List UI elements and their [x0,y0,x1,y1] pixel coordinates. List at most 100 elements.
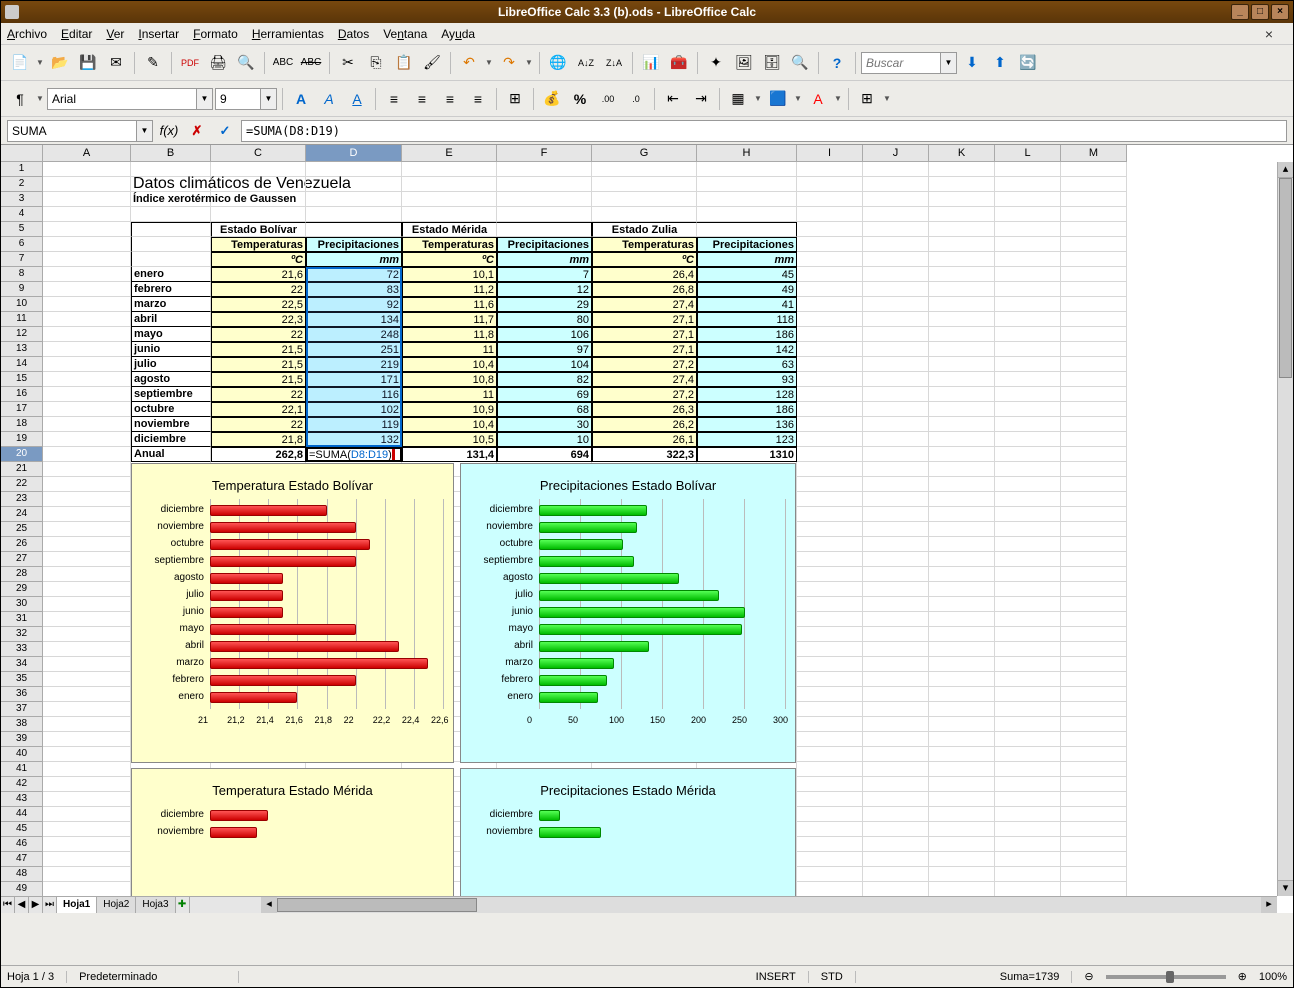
chart-temp-merida[interactable]: Temperatura Estado Méridadiciembrenoviem… [131,768,454,898]
sheet-tab-3[interactable]: Hoja3 [136,897,175,913]
name-box-dropdown[interactable]: ▼ [137,120,153,142]
save-button[interactable]: 💾 [75,50,101,76]
search-input[interactable] [861,52,941,74]
edit-button[interactable]: ✎ [140,50,166,76]
name-box[interactable] [7,120,137,142]
borders-button[interactable]: ▦ [725,86,751,112]
align-right-button[interactable]: ≡ [437,86,463,112]
search-dropdown[interactable]: ▼ [941,52,957,74]
gallery-button[interactable]: 🖼 [731,50,757,76]
chart-precip-bolivar[interactable]: Precipitaciones Estado Bolívar0501001502… [460,463,796,763]
bold-button[interactable]: A [288,86,314,112]
vscroll-thumb[interactable] [1279,178,1292,378]
find-prev-button[interactable]: ⬆ [987,50,1013,76]
borders-dropdown[interactable]: ▼ [753,86,763,112]
status-insert[interactable]: INSERT [756,971,809,983]
zoom-in-button[interactable]: ⊕ [1238,970,1247,983]
font-name-combo[interactable]: ▼ [47,88,213,110]
currency-button[interactable]: 💰 [539,86,565,112]
show-draw-button[interactable]: 🧰 [666,50,692,76]
email-button[interactable]: ✉ [103,50,129,76]
new-dropdown[interactable]: ▼ [35,50,45,76]
tab-prev[interactable]: ◀ [15,897,29,913]
menu-formato[interactable]: Formato [193,27,238,41]
formula-input[interactable] [241,120,1287,142]
add-sheet-button[interactable]: ✚ [176,897,190,913]
font-size-dropdown[interactable]: ▼ [261,88,277,110]
font-size-input[interactable] [215,88,261,110]
grid-dropdown[interactable]: ▼ [882,86,892,112]
fontcolor-button[interactable]: A [805,86,831,112]
menu-ayuda[interactable]: Ayuda [441,27,475,41]
bgcolor-button[interactable]: 🟦 [765,86,791,112]
menu-archivo[interactable]: Archivo [7,27,47,41]
maximize-button[interactable]: □ [1251,4,1269,20]
zoom-level[interactable]: 100% [1259,971,1287,983]
close-window-button[interactable]: × [1271,4,1289,20]
search-combo[interactable]: ▼ [861,52,957,74]
autospell-button[interactable]: ABC [298,50,324,76]
decimal-add-button[interactable]: .00 [595,86,621,112]
font-size-combo[interactable]: ▼ [215,88,277,110]
document-close-button[interactable]: × [1265,26,1273,42]
function-wizard-button[interactable]: f(x) [157,120,181,142]
bgcolor-dropdown[interactable]: ▼ [793,86,803,112]
underline-button[interactable]: A [344,86,370,112]
undo-dropdown[interactable]: ▼ [484,50,494,76]
styles-dropdown[interactable]: ▼ [35,86,45,112]
print-button[interactable]: 🖨 [205,50,231,76]
align-center-button[interactable]: ≡ [409,86,435,112]
font-name-input[interactable] [47,88,197,110]
hyperlink-button[interactable]: 🌐 [545,50,571,76]
percent-button[interactable]: % [567,86,593,112]
menu-herramientas[interactable]: Herramientas [252,27,324,41]
redo-dropdown[interactable]: ▼ [524,50,534,76]
zoom-slider[interactable] [1106,975,1226,979]
hscroll-thumb[interactable] [277,898,477,912]
find-next-button[interactable]: ⬇ [959,50,985,76]
menu-insertar[interactable]: Insertar [138,27,179,41]
tab-next[interactable]: ▶ [29,897,43,913]
find-replace-button[interactable]: 🔄 [1015,50,1041,76]
spreadsheet-grid[interactable]: ABCDEFGHIJKLM 12345678910111213141516171… [1,145,1293,913]
preview-button[interactable]: 🔍 [233,50,259,76]
vertical-scrollbar[interactable]: ▴ ▾ [1277,162,1293,896]
italic-button[interactable]: A [316,86,342,112]
sort-asc-button[interactable]: A↓Z [573,50,599,76]
menu-ver[interactable]: Ver [106,27,124,41]
fontcolor-dropdown[interactable]: ▼ [833,86,843,112]
align-left-button[interactable]: ≡ [381,86,407,112]
redo-button[interactable]: ↷ [496,50,522,76]
zoom-button[interactable]: 🔍 [787,50,813,76]
menu-datos[interactable]: Datos [338,27,369,41]
chart-precip-merida[interactable]: Precipitaciones Estado Méridadiciembreno… [460,768,796,898]
format-paintbrush-button[interactable]: 🖌 [419,50,445,76]
status-std[interactable]: STD [821,971,856,983]
undo-button[interactable]: ↶ [456,50,482,76]
sort-desc-button[interactable]: Z↓A [601,50,627,76]
paste-button[interactable]: 📋 [391,50,417,76]
status-sum[interactable]: Suma=1739 [1000,971,1073,983]
merge-cells-button[interactable]: ⊞ [502,86,528,112]
sheet-tab-1[interactable]: Hoja1 [57,897,97,913]
new-button[interactable]: 📄 [7,50,33,76]
spellcheck-button[interactable]: ABC [270,50,296,76]
cancel-button[interactable]: ✗ [185,120,209,142]
chart-temp-bolivar[interactable]: Temperatura Estado Bolívar2121,221,421,6… [131,463,454,763]
accept-button[interactable]: ✓ [213,120,237,142]
increase-indent-button[interactable]: ⇥ [688,86,714,112]
menu-ventana[interactable]: Ventana [383,27,427,41]
align-justify-button[interactable]: ≡ [465,86,491,112]
horizontal-scrollbar[interactable]: ◂ ▸ [261,896,1277,913]
datasources-button[interactable]: 🗄 [759,50,785,76]
decimal-remove-button[interactable]: .0 [623,86,649,112]
select-all-corner[interactable] [1,145,43,162]
decrease-indent-button[interactable]: ⇤ [660,86,686,112]
navigator-button[interactable]: ✦ [703,50,729,76]
status-style[interactable]: Predeterminado [79,971,239,983]
help-button[interactable]: ? [824,50,850,76]
pdf-button[interactable]: PDF [177,50,203,76]
row-headers[interactable]: 1234567891011121314151617181920212223242… [1,162,43,897]
name-box-combo[interactable]: ▼ [7,120,153,142]
tab-first[interactable]: ⏮ [1,897,15,913]
